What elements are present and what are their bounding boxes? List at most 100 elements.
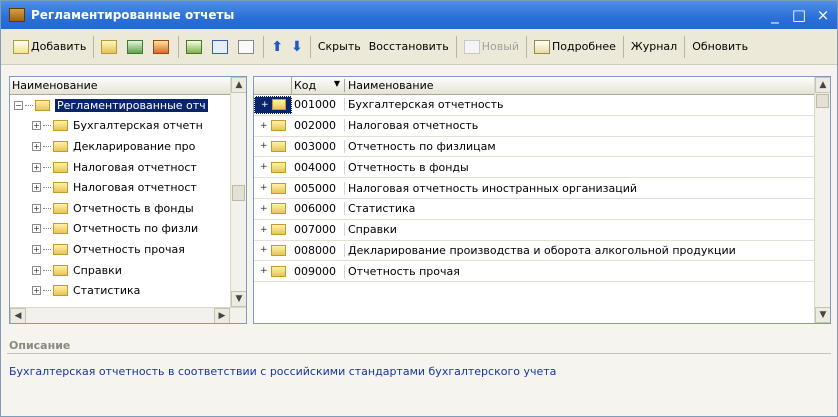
window-title: Регламентированные отчеты xyxy=(31,8,235,22)
toolbar-separator xyxy=(622,35,624,58)
expand-icon[interactable]: + xyxy=(32,183,41,193)
toolbar-separator xyxy=(309,35,311,58)
folder-icon xyxy=(270,203,286,215)
expand-row-icon[interactable]: + xyxy=(260,204,268,214)
name-cell: Бухгалтерская отчетность xyxy=(348,98,504,112)
restore-button[interactable]: Восстановить xyxy=(365,34,453,60)
expand-row-icon[interactable]: + xyxy=(260,183,268,193)
expand-row-icon[interactable]: + xyxy=(260,141,268,151)
tree-item[interactable]: + Налоговая отчетност xyxy=(10,157,230,178)
folder-icon xyxy=(270,182,286,194)
new-button[interactable]: Новый xyxy=(460,34,523,60)
table-row[interactable]: + 003000 Отчетность по физлицам xyxy=(254,137,814,158)
expand-row-icon[interactable]: + xyxy=(260,162,268,172)
expand-row-icon[interactable]: + xyxy=(261,100,269,110)
add-button[interactable]: Добавить xyxy=(9,34,90,60)
details-button-label: Подробнее xyxy=(552,40,616,53)
row-expand-cell[interactable]: + xyxy=(254,265,292,277)
expand-icon[interactable]: + xyxy=(32,203,41,213)
code-column-header[interactable]: Код ▼ xyxy=(292,79,345,92)
table-row[interactable]: + 001000 Бухгалтерская отчетность xyxy=(254,95,814,116)
scroll-left-icon[interactable]: ◀ xyxy=(10,308,26,323)
hierarchy-icon xyxy=(186,39,203,54)
code-cell: 003000 xyxy=(292,139,345,153)
folder-icon xyxy=(53,285,68,297)
folder-icon xyxy=(270,244,286,256)
folder-icon xyxy=(270,224,286,236)
tree-item-label: Отчетность в фонды xyxy=(73,201,194,215)
scroll-thumb[interactable] xyxy=(232,185,245,201)
table-row[interactable]: + 004000 Отчетность в фонды xyxy=(254,157,814,179)
title-bar: Регламентированные отчеты _ □ × xyxy=(1,1,837,29)
tree-root-item[interactable]: − Регламентированные отч xyxy=(10,95,230,116)
row-expand-cell[interactable]: + xyxy=(254,161,292,173)
scroll-up-icon[interactable]: ▲ xyxy=(231,77,246,93)
tree-item[interactable]: + Налоговая отчетност xyxy=(10,177,230,198)
name-cell: Отчетность прочая xyxy=(348,264,460,278)
tree-item[interactable]: + Отчетность в фонды xyxy=(10,198,230,219)
row-expand-cell[interactable]: + xyxy=(254,182,292,194)
minimize-button[interactable]: _ xyxy=(765,5,785,25)
table-row[interactable]: + 007000 Справки xyxy=(254,220,814,241)
tree-item-label: Налоговая отчетност xyxy=(73,160,197,174)
details-button[interactable]: Подробнее xyxy=(530,34,620,60)
row-expand-cell[interactable]: + xyxy=(254,224,292,236)
expand-row-icon[interactable]: + xyxy=(260,121,268,131)
expand-icon[interactable]: + xyxy=(32,141,41,151)
hide-button[interactable]: Скрыть xyxy=(314,34,365,60)
scroll-right-icon[interactable]: ▶ xyxy=(214,308,230,323)
list-panel: Код ▼ Наименование + 001000 Бухгалтерска… xyxy=(253,76,831,324)
expand-row-icon[interactable]: + xyxy=(260,225,268,235)
table-row[interactable]: + 008000 Декларирование производства и о… xyxy=(254,241,814,262)
arrow-up-icon: ⬆ xyxy=(271,38,284,55)
add-icon xyxy=(13,39,29,54)
tree-item[interactable]: + Отчетность по физли xyxy=(10,219,230,240)
refresh-button[interactable]: Обновить xyxy=(688,34,752,60)
scroll-thumb[interactable] xyxy=(816,94,829,108)
filter-button[interactable] xyxy=(234,34,260,60)
tree-horizontal-scrollbar[interactable]: ◀ ▶ xyxy=(10,307,246,323)
move-down-button[interactable]: ⬇ xyxy=(287,34,307,60)
sort-icon xyxy=(212,39,229,54)
tree-item[interactable]: + Отчетность прочая xyxy=(10,239,230,260)
table-row[interactable]: + 002000 Налоговая отчетность xyxy=(254,116,814,137)
hierarchy-button[interactable] xyxy=(182,34,208,60)
table-row[interactable]: + 009000 Отчетность прочая xyxy=(254,261,814,283)
sort-button[interactable] xyxy=(208,34,234,60)
expand-icon[interactable]: + xyxy=(32,286,41,296)
row-expand-cell[interactable]: + xyxy=(254,120,292,132)
expand-row-icon[interactable]: + xyxy=(260,266,268,276)
expand-icon[interactable]: + xyxy=(32,121,41,131)
name-column-header[interactable]: Наименование xyxy=(345,79,433,92)
row-expand-cell[interactable]: + xyxy=(254,140,292,152)
move-up-button[interactable]: ⬆ xyxy=(267,34,287,60)
table-row[interactable]: + 005000 Налоговая отчетность иностранны… xyxy=(254,178,814,199)
row-expand-cell[interactable]: + xyxy=(254,244,292,256)
expand-icon[interactable]: + xyxy=(32,224,41,234)
scroll-down-icon[interactable]: ▼ xyxy=(815,307,830,323)
maximize-button[interactable]: □ xyxy=(789,5,809,25)
row-expand-cell[interactable]: + xyxy=(254,203,292,215)
list-vertical-scrollbar[interactable]: ▲ ▼ xyxy=(814,77,830,323)
tree-item[interactable]: + Справки xyxy=(10,260,230,281)
journal-button[interactable]: Журнал xyxy=(627,34,681,60)
tree-connector xyxy=(43,166,51,168)
close-button[interactable]: × xyxy=(813,5,833,25)
scroll-down-icon[interactable]: ▼ xyxy=(231,291,246,307)
row-expand-cell[interactable]: + xyxy=(254,95,292,114)
copy-button[interactable] xyxy=(123,34,149,60)
expand-icon[interactable]: + xyxy=(32,244,41,254)
name-cell: Справки xyxy=(348,223,397,237)
table-row[interactable]: + 006000 Статистика xyxy=(254,199,814,220)
tree-item[interactable]: + Статистика xyxy=(10,280,230,301)
expand-row-icon[interactable]: + xyxy=(260,245,268,255)
add-folder-button[interactable] xyxy=(97,34,123,60)
tree-item[interactable]: + Бухгалтерская отчетн xyxy=(10,116,230,137)
expand-icon[interactable]: + xyxy=(32,265,41,275)
tree-item[interactable]: + Декларирование про xyxy=(10,136,230,157)
tree-vertical-scrollbar[interactable]: ▲ ▼ xyxy=(230,77,246,307)
collapse-icon[interactable]: − xyxy=(14,100,23,110)
expand-icon[interactable]: + xyxy=(32,162,41,172)
edit-button[interactable] xyxy=(149,34,175,60)
scroll-up-icon[interactable]: ▲ xyxy=(815,77,830,93)
